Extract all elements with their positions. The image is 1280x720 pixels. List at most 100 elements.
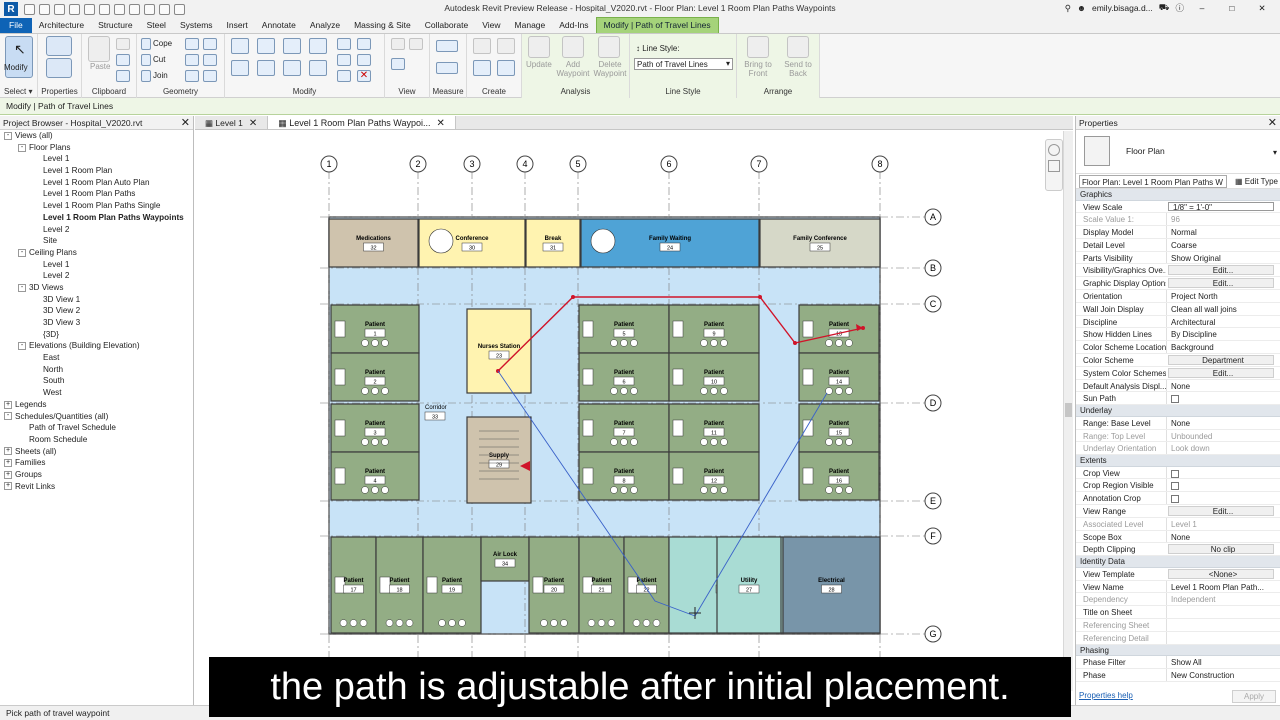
text-icon[interactable] [129,3,140,15]
browser-item[interactable]: Path of Travel Schedule [0,422,193,434]
dropdown-arrow-icon[interactable]: ▾ [1273,148,1277,157]
navigation-bar[interactable] [1045,139,1063,191]
browser-item[interactable]: 3D View 2 [0,305,193,317]
waypoint-handle[interactable] [793,341,797,345]
property-group-header[interactable]: Phasing [1076,644,1280,656]
cut-icon[interactable] [141,54,151,66]
browser-item[interactable]: Level 1 Room Plan Paths [0,188,193,200]
update-icon[interactable] [528,36,550,58]
property-value[interactable] [1166,606,1280,618]
linework-icon[interactable] [391,58,405,70]
tab-steel[interactable]: Steel [140,18,173,33]
close-icon[interactable]: ✕ [1268,116,1277,129]
line-style-select[interactable]: Path of Travel Lines ▾ [634,58,733,70]
close-icon[interactable]: ✕ [249,118,257,129]
uncut-icon[interactable] [203,70,217,82]
browser-item[interactable]: + Groups [0,469,193,481]
split-face-icon[interactable] [185,38,199,50]
expand-icon[interactable]: + [4,459,12,468]
tab-manage[interactable]: Manage [508,18,553,33]
view-tab[interactable]: ▦ Level 1 ✕ [195,116,269,129]
browser-item[interactable]: West [0,387,193,399]
property-value[interactable]: By Discipline [1166,328,1280,341]
create-group-icon[interactable] [473,60,491,76]
apply-button[interactable]: Apply [1232,690,1276,703]
collapse-icon[interactable]: - [18,248,26,257]
copy-element-icon[interactable] [257,60,275,76]
property-edit-button[interactable]: <None> [1168,568,1274,579]
browser-item[interactable]: - Elevations (Building Elevation) [0,340,193,352]
mirror-axis-icon[interactable] [283,38,301,54]
property-group-header[interactable]: Identity Data [1076,556,1280,568]
help-icon[interactable]: ⓘ [1175,2,1184,14]
property-checkbox[interactable] [1166,479,1280,492]
checkbox[interactable] [1171,395,1179,404]
type-properties-icon[interactable] [46,36,72,56]
user-name[interactable]: emily.bisaga.d... [1092,3,1153,13]
browser-item[interactable]: Level 2 [0,224,193,236]
browser-item[interactable]: + Legends [0,399,193,411]
waypoint-handle[interactable] [571,295,575,299]
checkbox[interactable] [1171,482,1179,491]
tab-structure[interactable]: Structure [91,18,140,33]
browser-item[interactable]: Site [0,235,193,247]
view-scrollbar[interactable] [1063,131,1073,691]
expand-icon[interactable]: + [4,470,12,479]
browser-item[interactable]: + Sheets (all) [0,446,193,458]
browser-item[interactable]: Level 1 Room Plan [0,165,193,177]
copy-icon[interactable] [116,54,130,66]
tab-collaborate[interactable]: Collaborate [418,18,475,33]
close-hidden-icon[interactable] [174,3,185,15]
tab-view[interactable]: View [475,18,507,33]
drawing-area[interactable]: 1 2 3 4 5 6 7 8 A B C D E F G Medications 32 Conference 30… [195,131,1073,704]
hide-icon[interactable] [391,38,405,50]
maximize-button[interactable]: □ [1220,3,1244,13]
checkbox[interactable] [1171,469,1179,478]
join-icon[interactable] [141,70,151,82]
browser-item[interactable]: Level 1 [0,153,193,165]
properties-icon[interactable] [46,58,72,78]
send-to-back-icon[interactable] [787,36,809,58]
scale-icon[interactable] [357,54,371,66]
collapse-icon[interactable]: - [18,283,26,292]
override-icon[interactable] [409,38,423,50]
browser-item[interactable]: North [0,364,193,376]
redo-icon[interactable] [84,3,95,15]
property-value[interactable]: None [1166,530,1280,543]
property-edit-button[interactable]: Edit... [1168,265,1274,276]
properties-help-link[interactable]: Properties help [1079,691,1133,700]
browser-item[interactable]: 3D View 1 [0,294,193,306]
modify-button[interactable]: ↖ Modify [4,36,33,78]
split-gap-icon[interactable] [357,38,371,50]
tab-massing-site[interactable]: Massing & Site [347,18,418,33]
view-tab[interactable]: ▦ Level 1 Room Plan Paths Waypoi... ✕ [268,116,456,129]
collapse-icon[interactable]: - [4,412,12,421]
browser-item[interactable]: South [0,375,193,387]
section-icon[interactable] [159,3,170,15]
property-group-header[interactable]: Underlay [1076,405,1280,417]
browser-item[interactable]: Level 1 Room Plan Paths Single [0,200,193,212]
browser-item[interactable]: - Floor Plans [0,142,193,154]
floor-plan[interactable]: 1 2 3 4 5 6 7 8ABCDEFGMedications32Conference30… [195,131,1073,704]
3d-view-icon[interactable] [144,3,155,15]
undo-icon[interactable] [69,3,80,15]
property-edit-button[interactable]: Edit... [1168,278,1274,289]
tab-insert[interactable]: Insert [220,18,255,33]
save-icon[interactable] [39,3,50,15]
delete-waypoint-icon[interactable] [598,36,620,58]
steering-wheel-icon[interactable] [1048,144,1060,156]
browser-item[interactable]: - Ceiling Plans [0,247,193,259]
create-assembly-icon[interactable] [473,38,491,54]
browser-item[interactable]: Level 1 Room Plan Auto Plan [0,177,193,189]
tab-analyze[interactable]: Analyze [303,18,347,33]
close-button[interactable]: ✕ [1250,3,1274,14]
browser-item[interactable]: - Schedules/Quantities (all) [0,411,193,423]
property-checkbox[interactable] [1166,466,1280,479]
minimize-button[interactable]: – [1190,3,1214,13]
delete-icon[interactable]: ✕ [357,70,371,82]
property-value[interactable]: Coarse [1166,238,1280,251]
tab-modify-path-of-travel-lines[interactable]: Modify | Path of Travel Lines [595,17,719,33]
property-value[interactable]: Show Original [1166,251,1280,264]
array-icon[interactable] [337,54,351,66]
paste-icon[interactable] [88,36,110,62]
